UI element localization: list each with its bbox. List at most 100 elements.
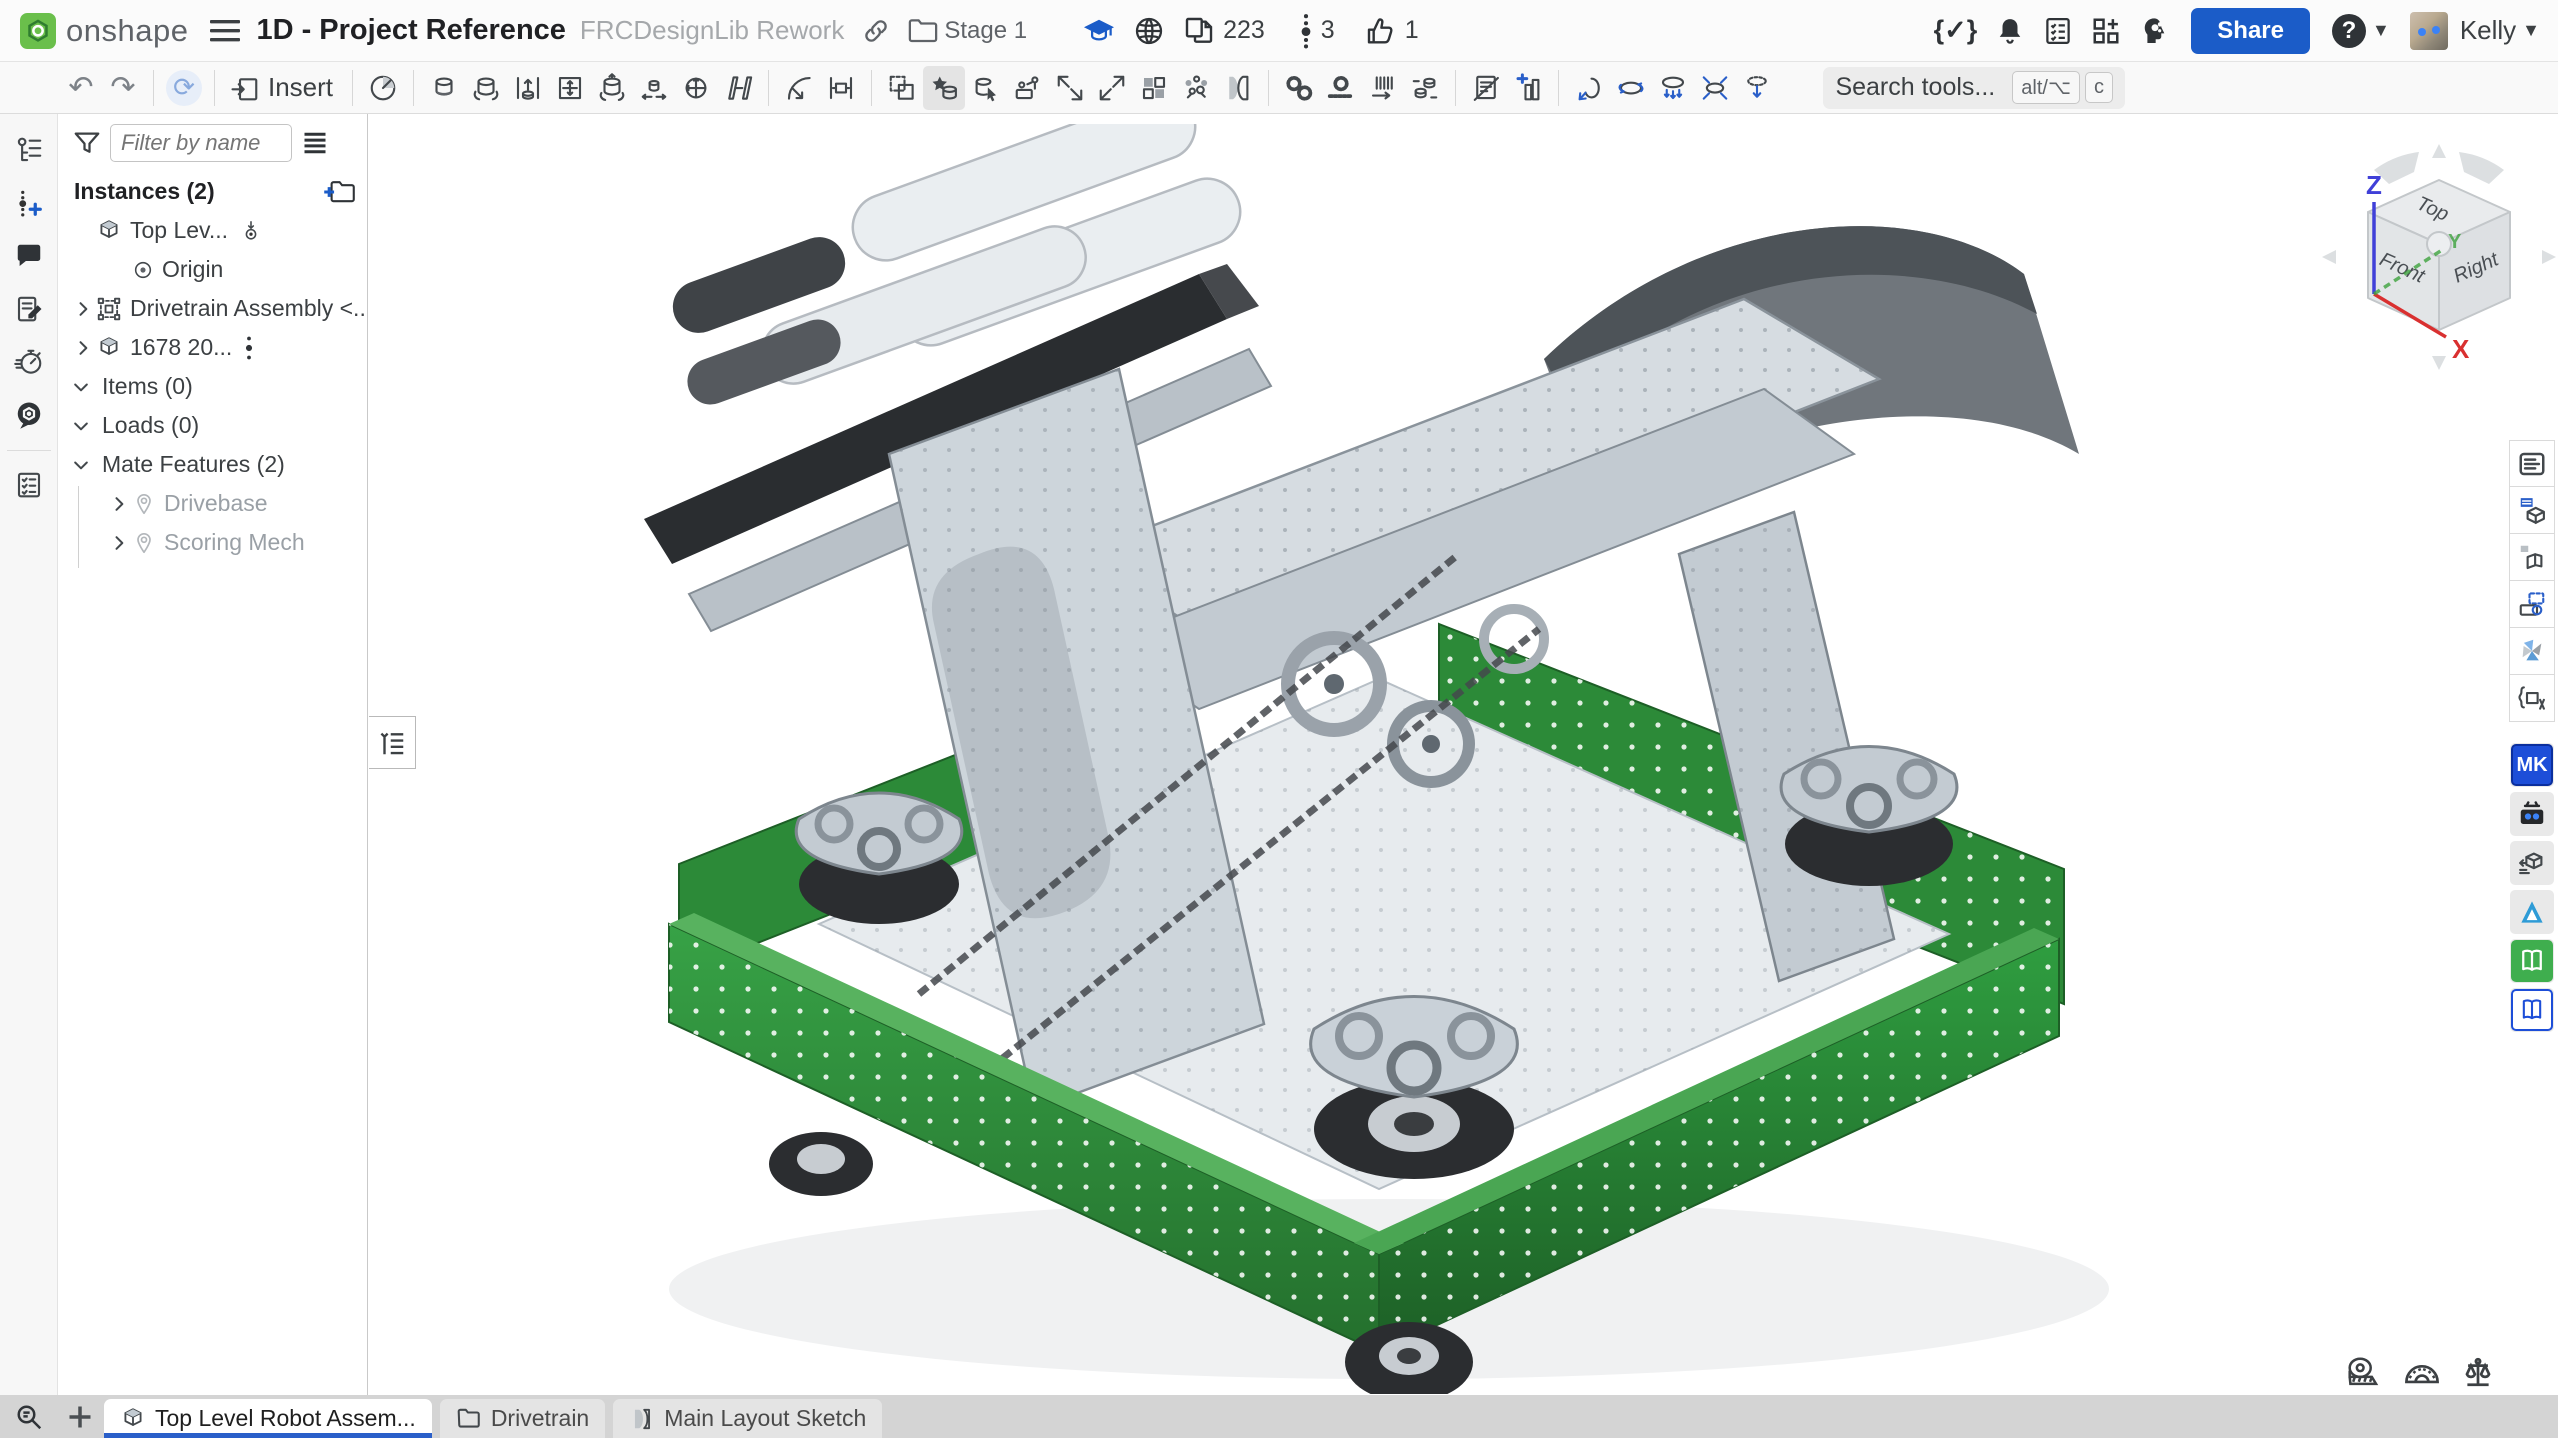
dots-icon[interactable] [244, 335, 254, 361]
panel-list-panel-button[interactable] [2509, 440, 2555, 487]
tree-item-1678-20[interactable]: 1678 20... [58, 328, 367, 367]
chevron-down-icon[interactable] [68, 455, 94, 475]
graphics-viewport[interactable]: Top Front Right Z X Y ▼ [369, 114, 2512, 1395]
chevron-right-icon[interactable] [106, 533, 132, 553]
bluebook-app-button[interactable] [2510, 988, 2554, 1032]
document-title[interactable]: 1D - Project Reference [256, 14, 565, 47]
folder-icon[interactable] [908, 18, 938, 44]
in-context-panel-button[interactable] [2509, 534, 2555, 581]
copies-icon[interactable] [1183, 15, 1215, 47]
view-cube[interactable]: Top Front Right Z X Y [2314, 132, 2558, 382]
slider-mate-icon[interactable] [507, 66, 549, 110]
learning-cap-icon[interactable] [1083, 16, 1115, 46]
filter-funnel-icon[interactable] [72, 128, 102, 158]
chevron-right-icon[interactable] [70, 338, 96, 358]
tree-item-scoring-mech[interactable]: Scoring Mech [58, 523, 367, 562]
mk-app-button[interactable]: MK [2510, 743, 2554, 787]
sim-force-icon[interactable] [1652, 66, 1694, 110]
link-icon[interactable] [862, 17, 890, 45]
release-notes-icon[interactable] [7, 287, 51, 331]
insert-table-icon[interactable] [1507, 66, 1549, 110]
help-caret-icon[interactable]: ▼ [2372, 20, 2390, 41]
search-tabs-icon[interactable] [14, 1402, 44, 1432]
pin-slot-mate-icon[interactable] [633, 66, 675, 110]
structure-tree-icon[interactable] [7, 128, 51, 172]
redo-icon[interactable]: ↷ [102, 66, 144, 110]
insert-label[interactable]: Insert [268, 72, 333, 103]
onshape-logo[interactable]: onshape [0, 13, 188, 49]
belt-relation-icon[interactable] [1404, 66, 1446, 110]
greenbook-app-button[interactable] [2510, 939, 2554, 983]
transfer-icon[interactable] [1049, 66, 1091, 110]
user-name[interactable]: Kelly [2460, 15, 2516, 46]
mate-connector-icon[interactable] [820, 66, 862, 110]
tab-top-level-robot-assem[interactable]: Top Level Robot Assem... [104, 1399, 432, 1438]
revolute-mate-icon[interactable] [465, 66, 507, 110]
undo-icon[interactable]: ↶ [60, 66, 102, 110]
like-thumb-icon[interactable] [1365, 15, 1397, 47]
named-views-panel-button[interactable] [2509, 581, 2555, 628]
parallel-mate-icon[interactable] [717, 66, 759, 110]
main-menu-icon[interactable] [210, 18, 240, 44]
feedback-icon[interactable] [7, 393, 51, 437]
derived-app-button[interactable] [2510, 841, 2554, 885]
transfer-alt-icon[interactable] [1091, 66, 1133, 110]
gear-relation-icon[interactable] [1278, 66, 1320, 110]
tree-item-drivetrain-assembly[interactable]: Drivetrain Assembly <... [58, 289, 367, 328]
fastened-mate-icon[interactable] [423, 66, 465, 110]
sim-torque-icon[interactable] [1568, 66, 1610, 110]
rack-relation-icon[interactable] [1320, 66, 1362, 110]
tangent-mate-icon[interactable] [778, 66, 820, 110]
chevron-right-icon[interactable] [70, 299, 96, 319]
split-icon[interactable] [1217, 66, 1259, 110]
azure-app-button[interactable] [2510, 890, 2554, 934]
replicate-icon[interactable] [1007, 66, 1049, 110]
help-button[interactable]: ? [2332, 14, 2366, 48]
versions-add-icon[interactable] [7, 181, 51, 225]
versions-icon[interactable] [1299, 13, 1313, 49]
tree-item-top-lev[interactable]: Top Lev... [58, 211, 367, 250]
list-view-icon[interactable] [300, 129, 330, 157]
ai-assistant-icon[interactable] [2139, 15, 2171, 47]
create-folder-icon[interactable] [323, 178, 355, 206]
tree-collapse-handle[interactable] [369, 716, 416, 769]
chevron-down-icon[interactable] [68, 416, 94, 436]
add-tab-icon[interactable] [66, 1403, 94, 1431]
notifications-bell-icon[interactable] [1995, 15, 2025, 47]
search-tools[interactable]: Search tools... alt/⌥ c [1823, 67, 2125, 109]
follow-tasks-icon[interactable] [7, 463, 51, 507]
appearance-panel-button[interactable] [2509, 628, 2555, 675]
bom-hidden-icon[interactable] [1465, 66, 1507, 110]
public-globe-icon[interactable] [1133, 15, 1165, 47]
comments-icon[interactable] [7, 234, 51, 278]
chevron-down-icon[interactable] [68, 377, 94, 397]
planar-mate-icon[interactable] [549, 66, 591, 110]
tab-main-layout-sketch[interactable]: Main Layout Sketch [613, 1399, 882, 1438]
featurescript-check-icon[interactable]: {✓} [1934, 15, 1978, 46]
protractor-icon[interactable] [2402, 1355, 2442, 1389]
mass-properties-icon[interactable] [2460, 1355, 2496, 1389]
anchor-icon[interactable] [240, 220, 262, 242]
tree-item-origin[interactable]: Origin [58, 250, 367, 289]
history-icon[interactable] [7, 340, 51, 384]
user-avatar[interactable] [2410, 12, 2448, 50]
tree-item-loads-0[interactable]: Loads (0) [58, 406, 367, 445]
robot-app-button[interactable] [2510, 792, 2554, 836]
select-replace-icon[interactable] [965, 66, 1007, 110]
sim-rotation-icon[interactable] [1610, 66, 1652, 110]
screw-relation-icon[interactable] [1362, 66, 1404, 110]
insert-icon[interactable] [224, 66, 266, 110]
sync-icon[interactable]: ⟳ [163, 66, 205, 110]
cylindrical-mate-icon[interactable] [591, 66, 633, 110]
filter-input[interactable] [110, 124, 292, 162]
user-menu-caret-icon[interactable]: ▼ [2522, 20, 2540, 41]
sim-gravity-icon[interactable] [1736, 66, 1778, 110]
linear-pattern-icon[interactable] [1133, 66, 1175, 110]
chevron-right-icon[interactable] [106, 494, 132, 514]
tape-measure-icon[interactable] [2342, 1355, 2384, 1389]
variables-panel-button[interactable] [2509, 675, 2555, 722]
group-icon[interactable] [881, 66, 923, 110]
tree-item-drivebase[interactable]: Drivebase [58, 484, 367, 523]
configurations-panel-button[interactable] [2509, 487, 2555, 534]
folder-label[interactable]: Stage 1 [944, 17, 1027, 45]
